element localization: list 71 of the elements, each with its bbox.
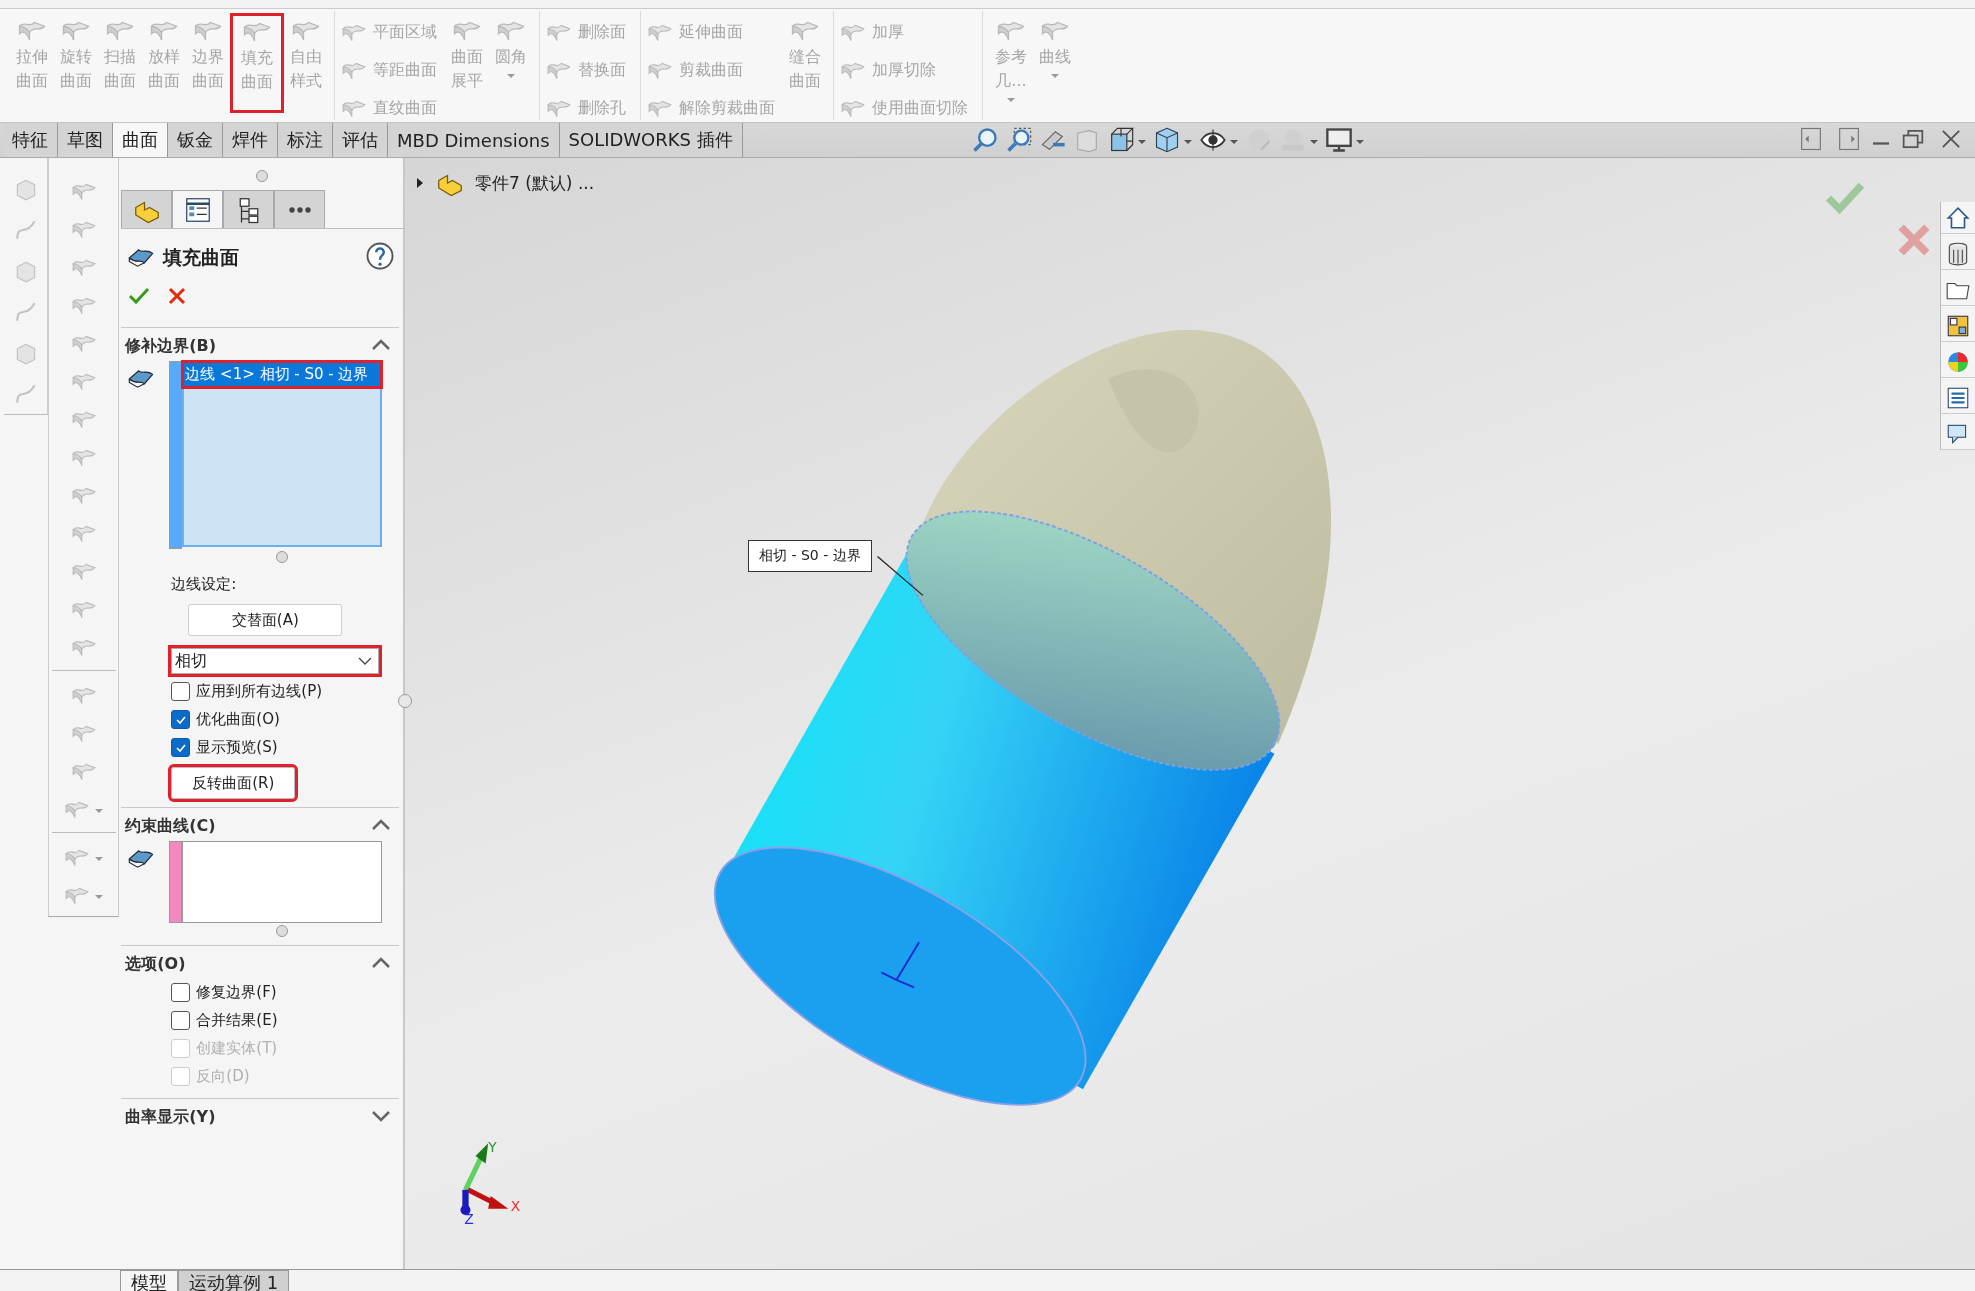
dropdown[interactable]: 相切 xyxy=(171,648,380,674)
resize-handle[interactable] xyxy=(276,551,289,563)
axis-label: Y xyxy=(488,1139,497,1156)
caret-icon xyxy=(93,893,104,900)
reverse-surface-button[interactable]: 反转曲面(R) xyxy=(171,767,296,799)
caret-icon xyxy=(1050,73,1060,79)
resize-handle[interactable] xyxy=(398,694,412,708)
minimize-icon xyxy=(1873,141,1889,145)
chevron-up-icon xyxy=(371,957,391,969)
checkbox[interactable] xyxy=(171,1011,191,1030)
checkbox-label: 合并结果(E) xyxy=(196,1011,278,1030)
command-tab[interactable]: 特征 xyxy=(3,123,58,157)
panel-title: 填充曲面 xyxy=(163,244,240,270)
caret-icon xyxy=(93,807,104,814)
resize-handle[interactable] xyxy=(256,170,269,182)
section-title: 曲率显示(Y) xyxy=(125,1107,216,1128)
caret-icon xyxy=(93,855,104,862)
view-tool-button[interactable] xyxy=(1324,126,1365,154)
panel-tab[interactable] xyxy=(172,190,224,228)
section-title: 选项(O) xyxy=(125,954,186,975)
checkbox[interactable] xyxy=(171,983,191,1002)
command-tab[interactable]: 曲面 xyxy=(113,123,168,157)
checkbox-label: 显示预览(S) xyxy=(196,738,278,757)
panel-tab[interactable] xyxy=(274,190,326,228)
chevron-down-icon xyxy=(358,657,373,665)
caret-icon xyxy=(1182,139,1193,145)
alternate-face-button[interactable]: 交替面(A) xyxy=(188,604,343,636)
command-tab[interactable]: 评估 xyxy=(333,123,388,157)
section-title: 修补边界(B) xyxy=(125,336,217,357)
command-tab[interactable]: 钣金 xyxy=(168,123,223,157)
chevron-down-icon xyxy=(371,1110,391,1122)
caret-icon xyxy=(1136,139,1147,145)
expand-arrow-icon xyxy=(415,177,425,189)
axis-label: X xyxy=(510,1198,521,1215)
callout-label: 相切 - S0 - 边界 xyxy=(748,540,872,572)
checkbox-label: 优化曲面(O) xyxy=(196,710,280,729)
chevron-up-icon xyxy=(371,819,391,831)
more-icon xyxy=(287,205,312,214)
caret-icon xyxy=(1228,139,1239,145)
checkbox[interactable] xyxy=(171,710,191,729)
list-item[interactable]: 边线 <1> 相切 - S0 - 边界 xyxy=(184,363,381,386)
axis-label: Z xyxy=(464,1210,474,1227)
axis-triad-drawing xyxy=(460,1143,509,1215)
selection-list[interactable]: 边线 <1> 相切 - S0 - 边界 xyxy=(182,361,383,547)
panel-tab[interactable] xyxy=(223,190,275,228)
caret-icon xyxy=(506,73,516,79)
command-tab[interactable]: 标注 xyxy=(278,123,333,157)
bottom-tab[interactable]: 模型 xyxy=(120,1270,178,1291)
monitor-icon xyxy=(1324,126,1353,154)
help-icon xyxy=(365,241,395,271)
caret-icon xyxy=(1308,139,1319,145)
selection-list[interactable] xyxy=(182,841,383,923)
checkbox-label: 修复边界(F) xyxy=(196,983,277,1002)
edge-settings-label: 边线设定: xyxy=(171,575,238,594)
section-title: 约束曲线(C) xyxy=(125,816,216,837)
chevron-up-icon xyxy=(371,339,391,351)
command-tab[interactable]: SOLIDWORKS 插件 xyxy=(559,123,743,157)
checkbox[interactable] xyxy=(171,682,191,701)
resize-handle[interactable] xyxy=(276,925,289,937)
command-tab[interactable]: MBD Dimensions xyxy=(388,123,560,157)
bottom-tab[interactable]: 运动算例 1 xyxy=(178,1270,290,1291)
caret-icon xyxy=(1354,139,1365,145)
checkbox-label: 应用到所有边线(P) xyxy=(196,682,323,701)
caret-icon xyxy=(1006,97,1016,103)
checkbox[interactable] xyxy=(171,738,191,757)
command-tab[interactable]: 草图 xyxy=(58,123,113,157)
checkbox-label: 反向(D) xyxy=(196,1067,250,1086)
checkbox-label: 创建实体(T) xyxy=(196,1039,278,1058)
tree-item[interactable]: 零件7 (默认) ... xyxy=(475,171,595,195)
command-tab[interactable]: 焊件 xyxy=(223,123,278,157)
leader-line xyxy=(876,555,924,596)
